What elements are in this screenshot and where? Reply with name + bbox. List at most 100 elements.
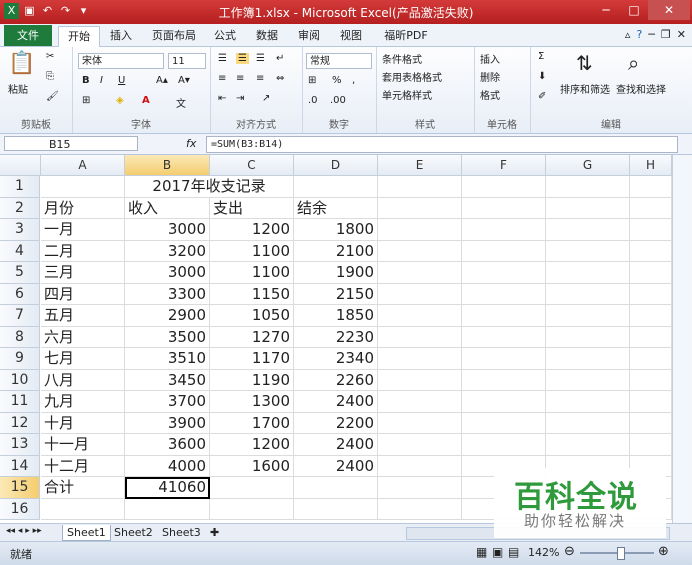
currency-icon[interactable]: ⊞: [308, 75, 316, 86]
paste-icon[interactable]: 📋: [8, 51, 35, 76]
maximize-button[interactable]: □: [620, 0, 648, 20]
column-header[interactable]: H: [630, 155, 672, 176]
insert-cells-button[interactable]: 插入: [480, 51, 500, 66]
paste-button[interactable]: 粘贴: [8, 81, 28, 96]
number-format-select[interactable]: 常规: [306, 53, 372, 69]
align-bottom-icon[interactable]: ☰: [256, 53, 265, 64]
cell-e12[interactable]: [378, 412, 462, 434]
tab-view[interactable]: 视图: [334, 26, 368, 45]
cell-f1[interactable]: [462, 176, 546, 198]
autosum-icon[interactable]: Σ: [538, 51, 544, 62]
border-icon[interactable]: ⊞: [82, 95, 90, 106]
cell-h13[interactable]: [630, 434, 672, 456]
align-middle-icon[interactable]: ☰: [236, 53, 249, 64]
delete-cells-button[interactable]: 删除: [480, 69, 500, 84]
cell-h3[interactable]: [630, 219, 672, 241]
cell-e5[interactable]: [378, 262, 462, 284]
cell-h1[interactable]: [630, 176, 672, 198]
cell-g13[interactable]: [546, 434, 630, 456]
cell-d7[interactable]: 1850: [294, 305, 378, 327]
format-cells-button[interactable]: 格式: [480, 87, 500, 102]
format-painter-icon[interactable]: 🖌: [46, 91, 59, 102]
cell-b9[interactable]: 3510: [125, 348, 210, 370]
cell-b16[interactable]: [125, 498, 210, 520]
cell-c16[interactable]: [210, 498, 294, 520]
cell-e3[interactable]: [378, 219, 462, 241]
column-header[interactable]: F: [462, 155, 546, 176]
cell-f2[interactable]: [462, 197, 546, 219]
cell-g3[interactable]: [546, 219, 630, 241]
row-header[interactable]: 12: [0, 412, 40, 434]
cell-a2[interactable]: 月份: [41, 197, 125, 219]
cell-d13[interactable]: 2400: [294, 434, 378, 456]
tab-file[interactable]: 文件: [4, 25, 52, 46]
cell-b10[interactable]: 3450: [125, 369, 210, 391]
cell-f7[interactable]: [462, 305, 546, 327]
cell-g12[interactable]: [546, 412, 630, 434]
cell-a12[interactable]: 十月: [41, 412, 125, 434]
cell-b13[interactable]: 3600: [125, 434, 210, 456]
normal-view-icon[interactable]: ▦: [476, 545, 487, 559]
cell-d4[interactable]: 2100: [294, 240, 378, 262]
row-header[interactable]: 4: [0, 240, 40, 262]
row-header[interactable]: 15: [0, 477, 40, 499]
tab-data[interactable]: 数据: [250, 26, 284, 45]
minimize-button[interactable]: ─: [592, 0, 620, 20]
cell-f3[interactable]: [462, 219, 546, 241]
sheet-nav-icon[interactable]: ◂◂ ◂ ▸ ▸▸: [6, 526, 42, 536]
workbook-close-icon[interactable]: ✕: [677, 28, 686, 41]
cell-a9[interactable]: 七月: [41, 348, 125, 370]
cell-e11[interactable]: [378, 391, 462, 413]
find-select-icon[interactable]: ⌕: [628, 51, 639, 75]
cell-e7[interactable]: [378, 305, 462, 327]
orientation-icon[interactable]: ↗: [262, 93, 270, 104]
cell-d16[interactable]: [294, 498, 378, 520]
align-right-icon[interactable]: ≡: [256, 73, 264, 84]
align-center-icon[interactable]: ≡: [236, 73, 244, 84]
cell-e16[interactable]: [378, 498, 462, 520]
formula-input[interactable]: =SUM(B3:B14): [206, 136, 678, 153]
cell-b7[interactable]: 2900: [125, 305, 210, 327]
workbook-restore-icon[interactable]: ❐: [661, 28, 671, 41]
cell-d10[interactable]: 2260: [294, 369, 378, 391]
row-header[interactable]: 6: [0, 283, 40, 305]
cell-a15[interactable]: 合计: [41, 477, 125, 499]
help-icon[interactable]: ?: [636, 28, 642, 41]
clear-icon[interactable]: ✐: [538, 91, 546, 102]
cell-h12[interactable]: [630, 412, 672, 434]
zoom-slider-thumb[interactable]: [617, 547, 625, 560]
cell-c6[interactable]: 1150: [210, 283, 294, 305]
cell-d2[interactable]: 结余: [294, 197, 378, 219]
cell-f4[interactable]: [462, 240, 546, 262]
column-header[interactable]: D: [294, 155, 378, 176]
decrease-decimal-icon[interactable]: .00: [330, 95, 346, 106]
cell-a11[interactable]: 九月: [41, 391, 125, 413]
sort-filter-icon[interactable]: ⇅: [576, 51, 593, 75]
cell-h5[interactable]: [630, 262, 672, 284]
cell-d11[interactable]: 2400: [294, 391, 378, 413]
select-all-corner[interactable]: [0, 155, 41, 176]
cell-h8[interactable]: [630, 326, 672, 348]
row-header[interactable]: 8: [0, 326, 40, 348]
cell-b1[interactable]: 2017年收支记录: [125, 176, 293, 198]
row-header[interactable]: 2: [0, 197, 40, 219]
cell-g2[interactable]: [546, 197, 630, 219]
cell-e14[interactable]: [378, 455, 462, 477]
tab-home[interactable]: 开始: [58, 26, 100, 47]
cell-c14[interactable]: 1600: [210, 455, 294, 477]
zoom-out-icon[interactable]: ⊖: [564, 544, 575, 559]
column-header[interactable]: B: [125, 155, 210, 176]
sheet-tab[interactable]: Sheet3: [158, 525, 205, 540]
cell-d12[interactable]: 2200: [294, 412, 378, 434]
cell-a1[interactable]: [41, 176, 125, 198]
cell-c4[interactable]: 1100: [210, 240, 294, 262]
cell-a8[interactable]: 六月: [41, 326, 125, 348]
align-top-icon[interactable]: ☰: [218, 53, 227, 64]
cell-b15[interactable]: 41060: [125, 477, 210, 499]
minimize-ribbon-icon[interactable]: ▵: [625, 28, 631, 41]
row-header[interactable]: 16: [0, 498, 40, 520]
cell-c11[interactable]: 1300: [210, 391, 294, 413]
cell-c15[interactable]: [210, 477, 294, 499]
tab-foxit-pdf[interactable]: 福昕PDF: [378, 26, 434, 45]
cell-b3[interactable]: 3000: [125, 219, 210, 241]
